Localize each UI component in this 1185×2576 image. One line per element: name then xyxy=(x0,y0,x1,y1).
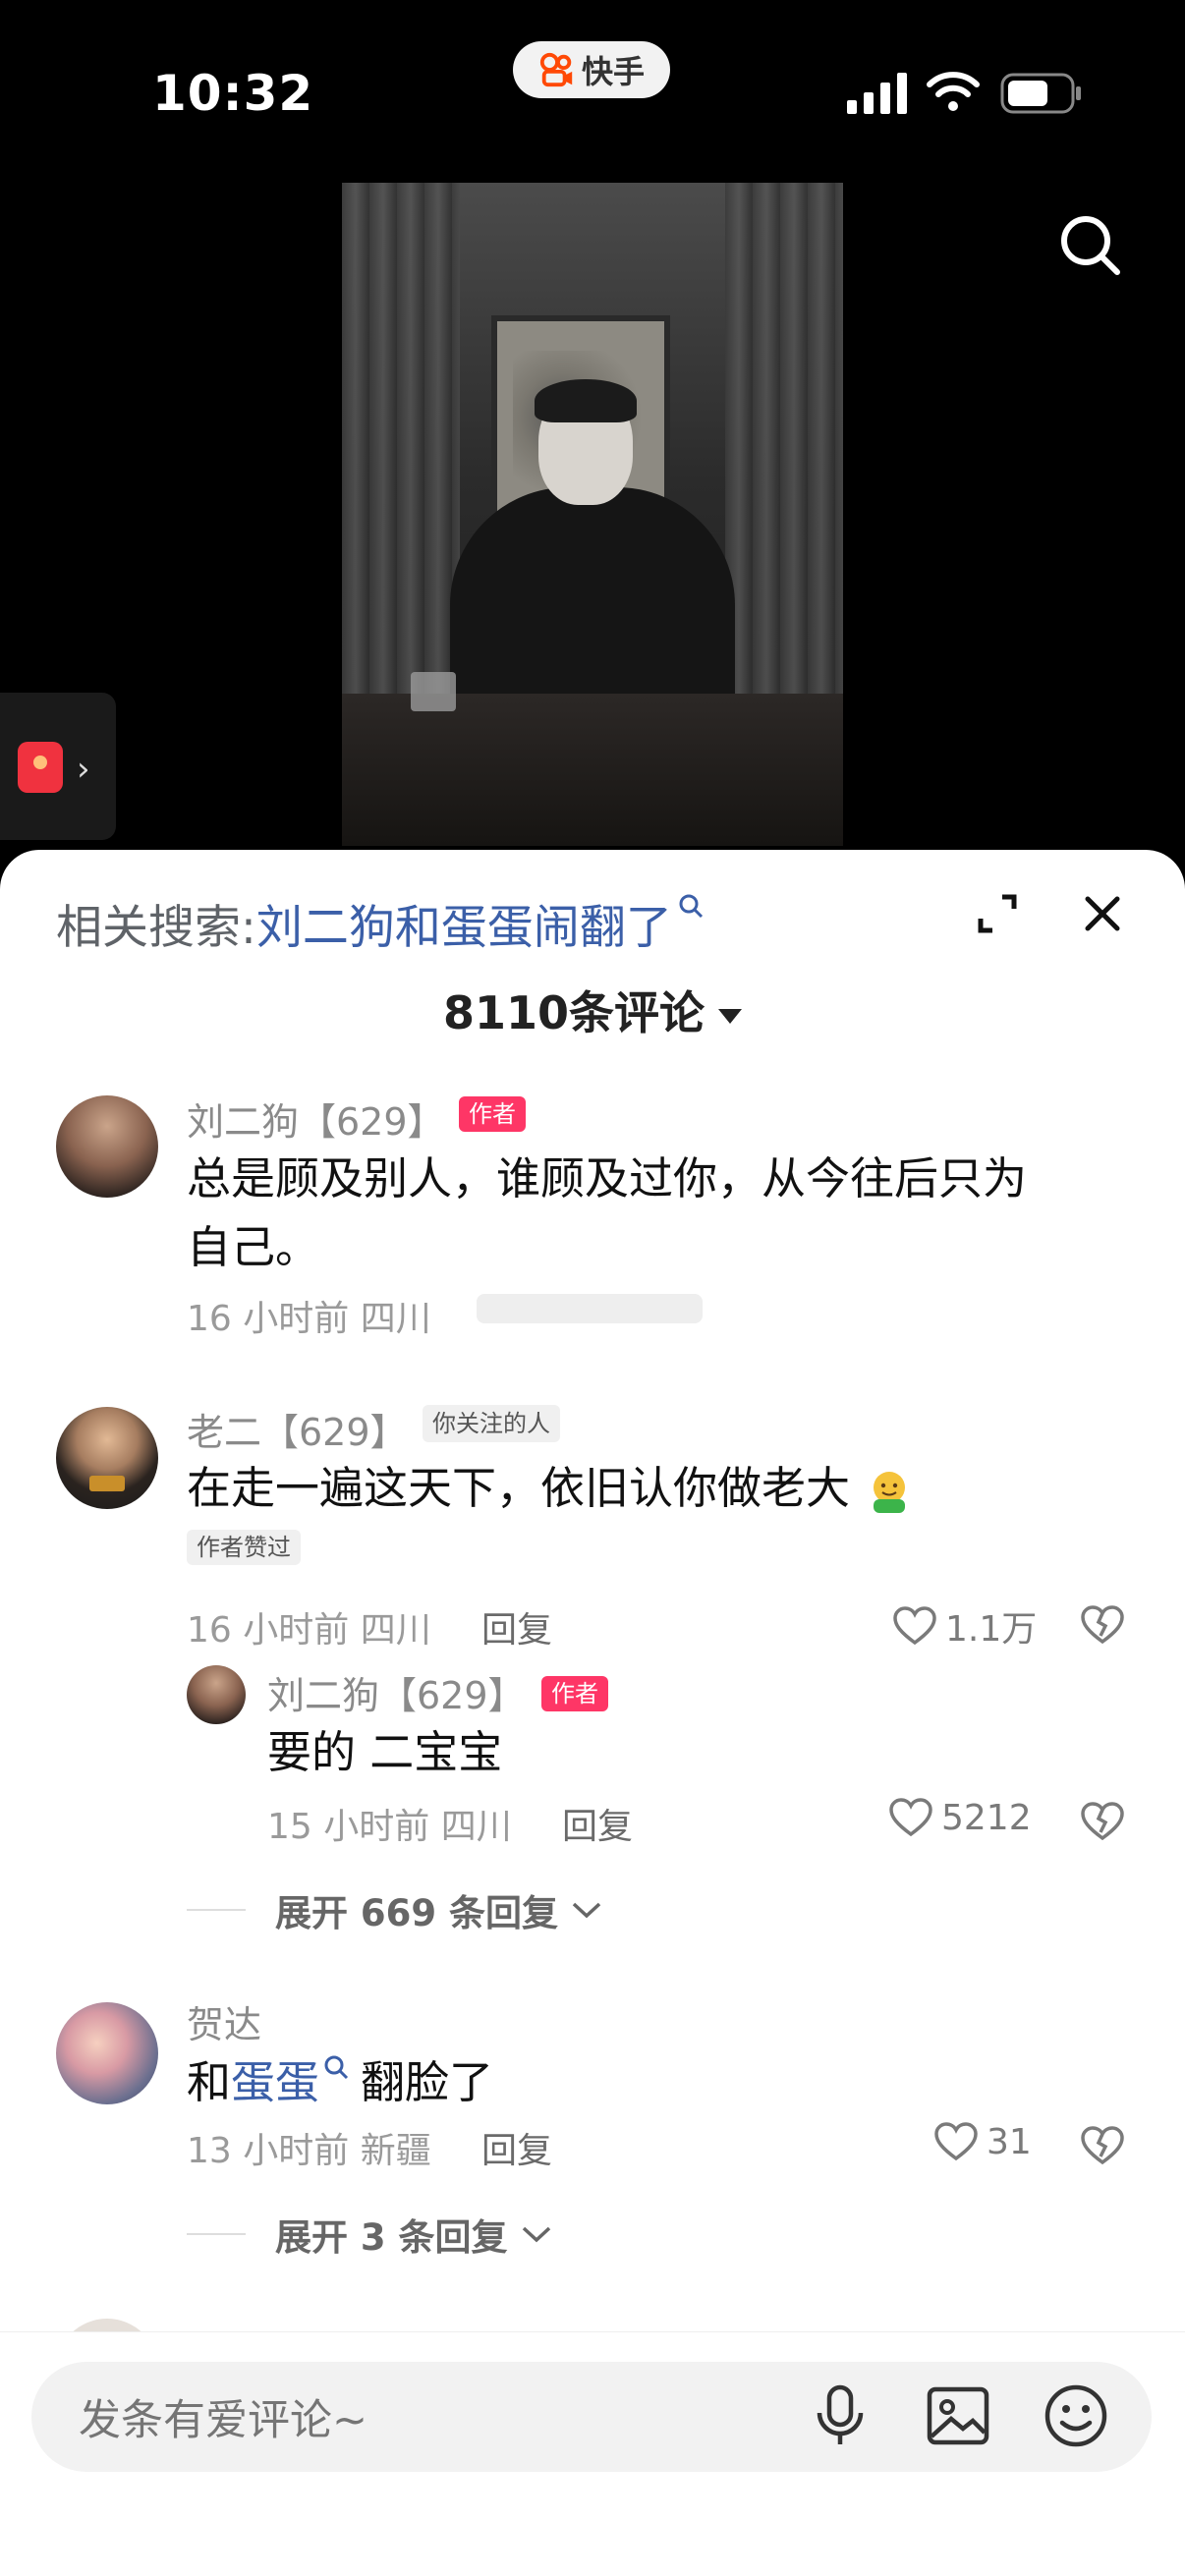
following-badge: 你关注的人 xyxy=(423,1405,560,1442)
hugging-face-emoji xyxy=(874,1472,906,1513)
wifi-icon xyxy=(927,72,980,111)
chevron-down-icon xyxy=(572,1902,601,1919)
chevron-right-icon: › xyxy=(77,750,90,789)
broken-heart-icon xyxy=(1081,1802,1124,1841)
comment-keyword-link[interactable]: 蛋蛋 xyxy=(231,2056,319,2108)
comment-text[interactable]: 在走一遍这天下，依旧认你做老大 xyxy=(187,1454,1140,1523)
expand-icon[interactable] xyxy=(973,889,1022,938)
app-indicator: 快手 xyxy=(513,41,670,98)
search-icon[interactable] xyxy=(1056,211,1125,280)
reply-meta: 15 小时前 四川 xyxy=(267,1807,512,1847)
comment-username[interactable]: 刘二狗【629】 xyxy=(187,1092,445,1146)
comment-text-line: 自己。 xyxy=(187,1221,320,1273)
reply-button[interactable]: 回复 xyxy=(481,2122,552,2173)
like-button[interactable]: 1.1万 xyxy=(892,1600,1037,1652)
avatar[interactable] xyxy=(56,1095,158,1198)
video-table xyxy=(342,694,843,846)
comment-text-line: 总是顾及别人，谁顾及过你，从今往后只为 xyxy=(187,1152,1028,1204)
related-search-keyword[interactable]: 刘二狗和蛋蛋闹翻了 xyxy=(256,901,672,955)
like-count: 1.1万 xyxy=(945,1609,1038,1650)
status-time: 10:32 xyxy=(152,65,314,122)
author-badge: 作者 xyxy=(459,1096,526,1132)
comment-text[interactable]: 和蛋蛋 翻脸了 xyxy=(187,2048,493,2117)
author-liked-badge: 作者赞过 xyxy=(187,1530,301,1565)
reply-text[interactable]: 要的 二宝宝 xyxy=(267,1718,502,1787)
small-search-icon xyxy=(324,2055,349,2080)
avatar[interactable] xyxy=(56,1407,158,1509)
emoji-icon[interactable] xyxy=(1042,2381,1110,2450)
comment-username[interactable]: 老二【629】 xyxy=(187,1402,408,1456)
comment-text[interactable]: 总是顾及别人，谁顾及过你，从今往后只为 自己。 xyxy=(187,1145,1140,1282)
dislike-button[interactable] xyxy=(1080,1801,1125,1846)
like-button[interactable]: 31 xyxy=(933,2121,1032,2162)
comment-input-bar xyxy=(0,2331,1185,2576)
comment-meta: 16 小时前 四川 xyxy=(187,1610,431,1651)
comments-sheet: 相关搜索:刘二狗和蛋蛋闹翻了 8110条评论 刘二狗【629】 作者 总是顾及别… xyxy=(0,850,1185,2576)
video-person-hair xyxy=(535,379,637,422)
like-button[interactable]: 5212 xyxy=(888,1797,1032,1838)
kuaishou-logo-icon xyxy=(539,52,573,87)
comment-username[interactable]: 贺达 xyxy=(187,1994,261,2048)
avatar[interactable] xyxy=(56,2002,158,2104)
author-badge: 作者 xyxy=(541,1676,608,1711)
cellular-signal-icon xyxy=(847,73,907,114)
heart-icon xyxy=(893,1606,936,1646)
reply-username[interactable]: 刘二狗【629】 xyxy=(267,1665,526,1719)
comment-count: 8110条评论 xyxy=(442,986,705,1039)
red-envelope-icon xyxy=(18,742,63,793)
small-search-icon xyxy=(679,894,703,919)
related-search-label: 相关搜索: xyxy=(56,901,256,955)
status-bar: 10:32 快手 xyxy=(0,0,1185,187)
app-name: 快手 xyxy=(581,53,645,90)
expand-replies-button[interactable]: 展开 3 条回复 xyxy=(187,2208,553,2261)
close-icon[interactable] xyxy=(1078,889,1127,938)
like-count: 5212 xyxy=(941,1797,1032,1838)
like-count: 31 xyxy=(987,2121,1032,2162)
battery-icon xyxy=(1000,73,1081,114)
red-envelope-button[interactable]: › xyxy=(0,693,116,840)
expand-replies-label: 展开 669 条回复 xyxy=(275,1892,558,1934)
comment-input[interactable] xyxy=(77,2395,768,2446)
comment-meta: 13 小时前 新疆 xyxy=(187,2131,431,2171)
video-glass xyxy=(411,672,456,711)
blurred-content xyxy=(477,1294,703,1323)
comment-text-prefix: 和 xyxy=(187,2056,232,2108)
related-search[interactable]: 相关搜索:刘二狗和蛋蛋闹翻了 xyxy=(56,889,704,957)
microphone-icon[interactable] xyxy=(806,2381,875,2450)
broken-heart-icon xyxy=(1081,2126,1124,2165)
heart-icon xyxy=(934,2122,978,2161)
comment-text-line: 在走一遍这天下，依旧认你做老大 xyxy=(187,1462,851,1514)
expand-replies-label: 展开 3 条回复 xyxy=(275,2216,508,2259)
video-player[interactable] xyxy=(342,183,843,846)
expand-replies-button[interactable]: 展开 669 条回复 xyxy=(187,1883,603,1936)
heart-icon xyxy=(889,1798,932,1837)
avatar[interactable] xyxy=(187,1665,246,1724)
reply-button[interactable]: 回复 xyxy=(562,1798,633,1849)
broken-heart-icon xyxy=(1081,1605,1124,1645)
comment-text-suffix: 翻脸了 xyxy=(361,2056,494,2108)
caret-down-icon xyxy=(718,1009,743,1024)
dislike-button[interactable] xyxy=(1080,2125,1125,2170)
comment-meta: 16 小时前 四川 xyxy=(187,1299,431,1339)
dislike-button[interactable] xyxy=(1080,1604,1125,1650)
image-icon[interactable] xyxy=(924,2381,992,2450)
chevron-down-icon xyxy=(522,2226,550,2243)
reply-button[interactable]: 回复 xyxy=(481,1601,552,1652)
comment-count-sort[interactable]: 8110条评论 xyxy=(0,978,1185,1042)
